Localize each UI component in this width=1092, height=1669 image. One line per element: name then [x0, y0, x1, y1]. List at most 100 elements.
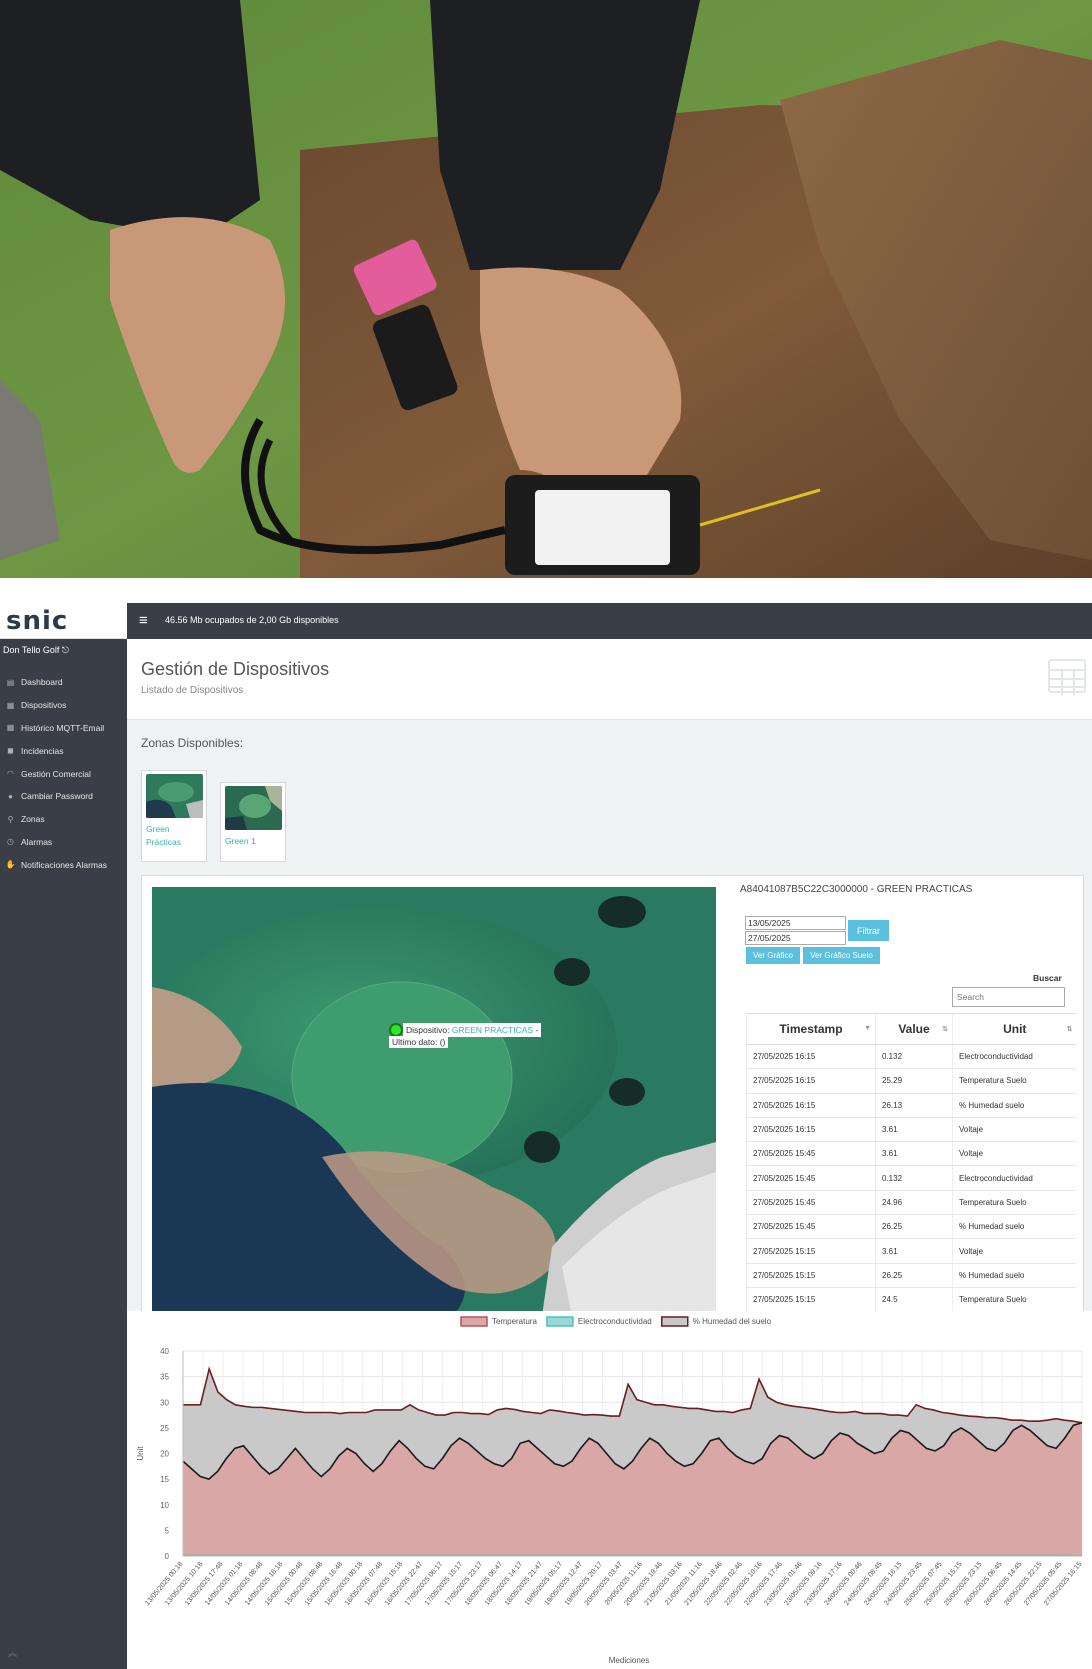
- zone-card-green-practicas[interactable]: Green Prácticas: [141, 770, 207, 862]
- sidebar-item-historico[interactable]: ▦ Histórico MQTT-Email: [0, 717, 127, 740]
- cell-unit: % Humedad suelo: [952, 1214, 1076, 1240]
- marker-popup-last-data: Ultimo dato: (): [389, 1036, 449, 1048]
- table-row[interactable]: 27/05/2025 16:15 25.29 Temperatura Suelo: [746, 1068, 1076, 1094]
- table-body: 27/05/2025 16:15 0.132 Electroconductivida…: [746, 1044, 1076, 1315]
- sidebar-nav: ▤ Dashboard ▦ Dispositivos ▦ Histórico MQTT…: [0, 671, 127, 876]
- sidebar: Don Tello Golf ⎋ ▤ Dashboard ▦ Dispositivo…: [0, 639, 127, 1669]
- y-tick-label: 10: [160, 1501, 169, 1510]
- view-chart-button[interactable]: Ver Gráfico: [746, 947, 800, 964]
- legend-swatch[interactable]: [460, 1316, 488, 1327]
- sidebar-item-dashboard[interactable]: ▤ Dashboard: [0, 671, 127, 694]
- chart-area: 0 5 10 15 20 25 30 35 40 13/05/2025 00:18 13/05/20…: [127, 1311, 1092, 1669]
- scroll-up-icon[interactable]: ︽: [8, 1646, 17, 1659]
- table-row[interactable]: 27/05/2025 15:45 0.132 Electroconductivida…: [746, 1165, 1076, 1191]
- table-row[interactable]: 27/05/2025 16:15 0.132 Electroconductivida…: [746, 1044, 1076, 1070]
- history-icon: ▦: [6, 723, 15, 733]
- table-row[interactable]: 27/05/2025 16:15 26.13% Humedad suelo: [746, 1093, 1076, 1118]
- sidebar-item-dispositivos[interactable]: ▦ Dispositivos: [0, 694, 127, 717]
- measurements-chart: 051015202530354013/05/2025 00:1813/05/20…: [136, 1316, 1084, 1665]
- cell-value: 24.96: [875, 1190, 953, 1216]
- x-tick-label: 21/05/2025 11:16: [664, 1561, 704, 1607]
- search-label: Buscar: [1033, 973, 1062, 983]
- pin-icon: ⚲: [7, 814, 14, 824]
- filter-button[interactable]: Filtrar: [848, 920, 889, 941]
- popup-device-link[interactable]: GREEN PRACTICAS: [452, 1025, 533, 1035]
- zone-name[interactable]: Green Prácticas: [146, 823, 196, 849]
- y-tick-label: 40: [160, 1347, 169, 1356]
- page-header: Gestión de Dispositivos Listado de Dispo…: [127, 639, 1092, 720]
- logo[interactable]: snic: [0, 603, 127, 639]
- cell-value: 24.5: [875, 1287, 953, 1313]
- sidebar-item-label: Histórico MQTT-Email: [21, 722, 105, 733]
- logo-text: snic: [6, 606, 69, 636]
- data-table-container[interactable]: Timestamp ▼ Value ⇅ Unit ⇅ 27/05/2025 16:15…: [746, 1013, 1076, 1315]
- search-input[interactable]: [952, 987, 1065, 1007]
- sidebar-item-label: Gestión Comercial: [21, 768, 91, 779]
- cell-value: 3.61: [875, 1117, 953, 1143]
- device-panel: Dispositivo: GREEN PRACTICAS - Ultimo da…: [141, 875, 1084, 1316]
- page-title: Gestión de Dispositivos: [141, 659, 330, 679]
- legend-label[interactable]: % Humedad del suelo: [693, 1317, 772, 1326]
- cell-value: 0.132: [875, 1044, 953, 1070]
- sidebar-item-label: Dispositivos: [21, 700, 67, 711]
- zones-label: Zonas Disponibles:: [141, 736, 244, 750]
- y-tick-label: 30: [160, 1398, 169, 1407]
- storage-usage-text: 46.56 Mb ocupados de 2,00 Gb disponibles: [165, 615, 339, 625]
- y-tick-label: 15: [160, 1475, 169, 1484]
- photo-illustration: [0, 0, 1092, 578]
- x-axis-label: Mediciones: [609, 1656, 649, 1665]
- sidebar-item-notificaciones-alarmas[interactable]: ✋ Notificaciones Alarmas: [0, 853, 127, 876]
- date-from-input[interactable]: [745, 916, 846, 930]
- zone-thumbnail: [225, 786, 282, 830]
- y-axis-label: Unit: [136, 1446, 145, 1461]
- cell-value: 26.13: [875, 1093, 953, 1118]
- cell-timestamp: 27/05/2025 15:15: [746, 1263, 876, 1288]
- app-window: snic ≡ 46.56 Mb ocupados de 2,00 Gb disp…: [0, 603, 1092, 1669]
- sidebar-item-zonas[interactable]: ⚲ Zonas: [0, 808, 127, 831]
- devices-icon: ▦: [6, 700, 15, 710]
- user-name[interactable]: Don Tello Golf ⎋: [3, 645, 69, 656]
- table-row[interactable]: 27/05/2025 15:45 24.96 Temperatura Suelo: [746, 1190, 1076, 1216]
- legend-label[interactable]: Temperatura: [492, 1317, 537, 1326]
- main-content: Gestión de Dispositivos Listado de Dispo…: [127, 639, 1092, 1669]
- x-tick-label: 27/05/2025 16:15: [1043, 1561, 1083, 1607]
- comment-icon: ◼: [7, 746, 14, 756]
- cell-unit: % Humedad suelo: [952, 1093, 1076, 1118]
- sort-icon: ⇅: [1066, 1026, 1073, 1033]
- legend-label[interactable]: Electroconductividad: [578, 1317, 652, 1326]
- hamburger-menu-icon[interactable]: ≡: [139, 612, 148, 629]
- satellite-map[interactable]: Dispositivo: GREEN PRACTICAS - Ultimo da…: [152, 887, 716, 1316]
- cell-timestamp: 27/05/2025 16:15: [746, 1093, 876, 1118]
- sidebar-item-label: Cambiar Password: [21, 791, 93, 802]
- cell-timestamp: 27/05/2025 16:15: [746, 1044, 876, 1070]
- column-header-unit[interactable]: Unit ⇅: [952, 1013, 1076, 1045]
- date-to-input[interactable]: [745, 931, 846, 945]
- table-row[interactable]: 27/05/2025 15:15 26.25% Humedad suelo: [746, 1263, 1076, 1288]
- sidebar-item-incidencias[interactable]: ◼ Incidencias: [0, 739, 127, 762]
- cell-value: 3.61: [875, 1141, 953, 1167]
- sidebar-item-label: Alarmas: [21, 836, 53, 847]
- column-header-timestamp[interactable]: Timestamp ▼: [746, 1013, 876, 1045]
- sidebar-item-cambiar-password[interactable]: ● Cambiar Password: [0, 785, 127, 808]
- top-bar: ≡ 46.56 Mb ocupados de 2,00 Gb disponibl…: [127, 603, 1092, 639]
- table-row[interactable]: 27/05/2025 15:15 24.5 Temperatura Suelo: [746, 1287, 1076, 1313]
- sidebar-item-gestion-comercial[interactable]: ◠ Gestión Comercial: [0, 762, 127, 785]
- sidebar-item-label: Zonas: [21, 814, 45, 825]
- logout-icon[interactable]: ⎋: [62, 645, 69, 655]
- table-row[interactable]: 27/05/2025 15:15 3.61 Voltaje: [746, 1238, 1076, 1264]
- column-header-value[interactable]: Value ⇅: [875, 1013, 953, 1045]
- table-row[interactable]: 27/05/2025 16:15 3.61 Voltaje: [746, 1117, 1076, 1143]
- cell-unit: Voltaje: [952, 1117, 1076, 1143]
- sidebar-item-alarmas[interactable]: ◷ Alarmas: [0, 831, 127, 854]
- zone-card-green-1[interactable]: Green 1: [220, 782, 286, 862]
- device-marker-icon[interactable]: [389, 1023, 403, 1037]
- cell-unit: Temperatura Suelo: [952, 1287, 1076, 1313]
- table-row[interactable]: 27/05/2025 15:45 26.25% Humedad suelo: [746, 1214, 1076, 1240]
- legend-swatch[interactable]: [546, 1316, 574, 1327]
- cell-timestamp: 27/05/2025 15:45: [746, 1141, 876, 1167]
- zone-name[interactable]: Green 1: [225, 835, 256, 848]
- view-soil-chart-button[interactable]: Ver Gráfico Suelo: [803, 947, 880, 964]
- column-header-label: Timestamp: [779, 1022, 843, 1036]
- legend-swatch[interactable]: [661, 1316, 689, 1327]
- table-row[interactable]: 27/05/2025 15:45 3.61 Voltaje: [746, 1141, 1076, 1167]
